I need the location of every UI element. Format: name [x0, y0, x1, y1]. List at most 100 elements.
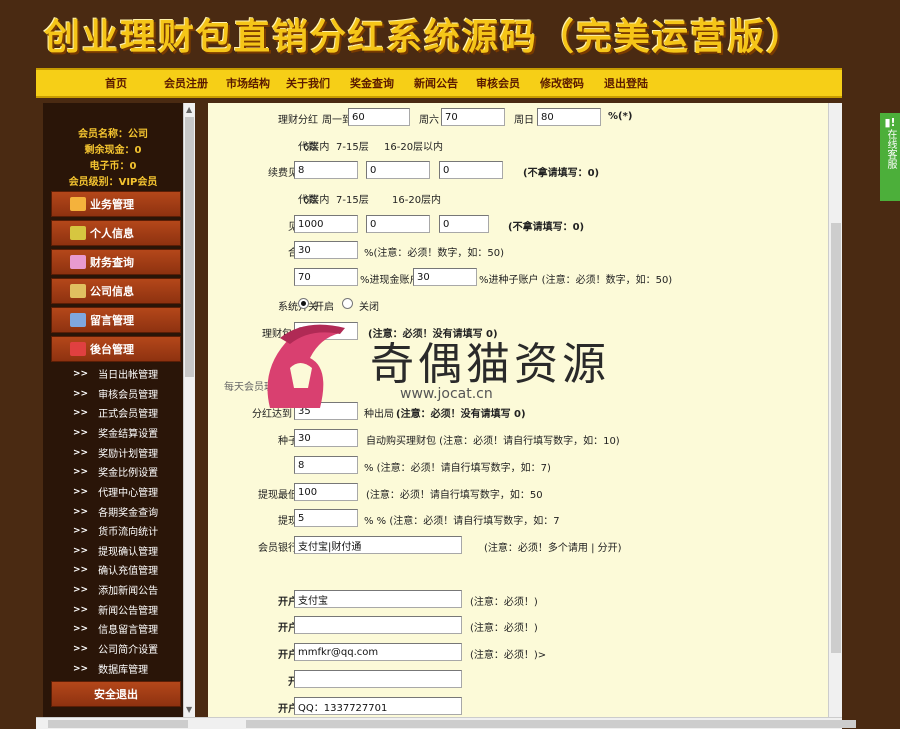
- user-name: 会员名称：公司: [78, 129, 148, 140]
- bank-info-input[interactable]: 支付宝|财付通: [294, 536, 462, 554]
- menu-personal[interactable]: 个人信息: [51, 220, 181, 246]
- contract-period-input[interactable]: 30: [294, 241, 358, 259]
- briefcase-icon: [70, 197, 86, 211]
- sub-item-settle[interactable]: >> 奖金结算设置: [73, 423, 183, 442]
- double-arrow-icon: >>: [73, 643, 89, 654]
- nav-register[interactable]: 会员注册: [156, 75, 216, 91]
- province-input[interactable]: [294, 670, 462, 688]
- sunday-label: 周日: [514, 115, 534, 126]
- withdraw-tax-input[interactable]: 5: [294, 509, 358, 527]
- withdraw-tax-note: % % (注意：必须！请自行填写数字，如：7: [364, 516, 560, 527]
- point-bonus-1-input[interactable]: 1000: [294, 215, 358, 233]
- renew-note: (不拿请填写：0): [523, 168, 600, 179]
- people-icon: [70, 226, 86, 240]
- sub-label: 奖励计划管理: [98, 449, 159, 460]
- point-bonus-2-input[interactable]: 0: [366, 215, 430, 233]
- nav-market[interactable]: 市场结构: [218, 75, 278, 91]
- sub-item-ratio[interactable]: >> 奖金比例设置: [73, 462, 183, 481]
- menu-company[interactable]: 公司信息: [51, 278, 181, 304]
- double-arrow-icon: >>: [73, 407, 89, 418]
- double-arrow-icon: >>: [73, 368, 89, 379]
- sub-item-members[interactable]: >> 正式会员管理: [73, 403, 183, 422]
- renew-bonus-1-input[interactable]: 8: [294, 161, 358, 179]
- online-service-button[interactable]: ▮! 在线客服: [880, 113, 900, 201]
- dividend-cash-input[interactable]: 70: [294, 268, 358, 286]
- nav-audit[interactable]: 审核会员: [470, 75, 526, 91]
- sub-item-database[interactable]: >> 数据库管理: [73, 659, 183, 678]
- home-icon: [70, 342, 86, 356]
- account-name-input[interactable]: [294, 616, 462, 634]
- sunday-input[interactable]: 80: [537, 108, 601, 126]
- sub-label: 审核会员管理: [98, 390, 159, 401]
- sub-item-flow[interactable]: >> 货币流向统计: [73, 521, 183, 540]
- dividend-seed-input[interactable]: 30: [413, 268, 477, 286]
- menu-label: 留言管理: [90, 314, 134, 327]
- bank-info-note: (注意：必须！多个请用 | 分开): [484, 543, 622, 554]
- double-arrow-icon: >>: [73, 427, 89, 438]
- menu-business[interactable]: 业务管理: [51, 191, 181, 217]
- sub-item-profile[interactable]: >> 公司简介设置: [73, 639, 183, 658]
- card-number-note: (注意：必须！)>: [470, 650, 547, 661]
- seed-account-input[interactable]: 30: [294, 429, 358, 447]
- sub-label: 添加新闻公告: [98, 586, 159, 597]
- scroll-thumb[interactable]: [185, 117, 194, 377]
- package-price-input[interactable]: 2000: [294, 322, 358, 340]
- sub-item-daily[interactable]: >> 当日出帐管理: [73, 364, 183, 383]
- saturday-input[interactable]: 70: [441, 108, 505, 126]
- switch-on-label: 开启: [314, 302, 334, 313]
- nav-password[interactable]: 修改密码: [534, 75, 590, 91]
- sub-item-recharge[interactable]: >> 确认充值管理: [73, 560, 183, 579]
- exit-times-input[interactable]: 35: [294, 402, 358, 420]
- level-6: 6层内: [303, 195, 330, 206]
- level-6: 6层内: [303, 142, 330, 153]
- scroll-thumb[interactable]: [831, 223, 841, 653]
- sidebar-scrollbar[interactable]: ▲ ▼: [183, 103, 195, 717]
- tax-input[interactable]: 8: [294, 456, 358, 474]
- top-nav: 首页 会员注册 市场结构 关于我们 奖金查询 新闻公告 审核会员 修改密码 退出…: [36, 68, 842, 98]
- scroll-up-icon[interactable]: ▲: [186, 105, 192, 114]
- double-arrow-icon: >>: [73, 564, 89, 575]
- sub-item-agent[interactable]: >> 代理中心管理: [73, 482, 183, 501]
- point-bonus-3-input[interactable]: 0: [439, 215, 489, 233]
- sub-label: 提现确认管理: [98, 547, 159, 558]
- nav-logout[interactable]: 退出登陆: [598, 75, 654, 91]
- scroll-thumb[interactable]: [246, 720, 856, 728]
- sub-item-add-news[interactable]: >> 添加新闻公告: [73, 580, 183, 599]
- double-arrow-icon: >>: [73, 545, 89, 556]
- nav-home[interactable]: 首页: [96, 75, 136, 91]
- menu-finance[interactable]: 财务查询: [51, 249, 181, 275]
- sub-label: 奖金比例设置: [98, 468, 159, 479]
- menu-label: 个人信息: [90, 227, 134, 240]
- bank-input[interactable]: 支付宝: [294, 590, 462, 608]
- seed-note: 自动购买理财包 (注意：必须！请自行填写数字，如：10): [366, 436, 620, 447]
- menu-messages[interactable]: 留言管理: [51, 307, 181, 333]
- renew-bonus-3-input[interactable]: 0: [439, 161, 503, 179]
- nav-news[interactable]: 新闻公告: [408, 75, 464, 91]
- user-ecoin: 电子币：0: [89, 161, 137, 172]
- card-number-input[interactable]: mmfkr@qq.com: [294, 643, 462, 661]
- main-scrollbar[interactable]: [828, 103, 842, 717]
- double-arrow-icon: >>: [73, 525, 89, 536]
- sub-item-period[interactable]: >> 各期奖金查询: [73, 502, 183, 521]
- menu-label: 後台管理: [90, 343, 134, 356]
- sub-item-reward[interactable]: >> 奖励计划管理: [73, 443, 183, 462]
- nav-about[interactable]: 关于我们: [280, 75, 336, 91]
- sub-item-guestbook[interactable]: >> 信息留言管理: [73, 619, 183, 638]
- scroll-down-icon[interactable]: ▼: [186, 705, 192, 714]
- switch-off-radio[interactable]: [342, 298, 353, 309]
- sub-item-audit[interactable]: >> 审核会员管理: [73, 384, 183, 403]
- sub-item-news[interactable]: >> 新闻公告管理: [73, 600, 183, 619]
- scroll-thumb[interactable]: [48, 720, 188, 728]
- switch-on-radio[interactable]: [298, 298, 309, 309]
- city-input[interactable]: QQ：1337727701: [294, 697, 462, 715]
- renew-bonus-2-input[interactable]: 0: [366, 161, 430, 179]
- min-withdraw-input[interactable]: 100: [294, 483, 358, 501]
- horizontal-scrollbar[interactable]: [36, 717, 856, 729]
- safe-logout-button[interactable]: 安全退出: [51, 681, 181, 707]
- nav-bonus[interactable]: 奖金查询: [344, 75, 400, 91]
- field-label: 理财包: [262, 329, 292, 340]
- double-arrow-icon: >>: [73, 486, 89, 497]
- menu-admin[interactable]: 後台管理: [51, 336, 181, 362]
- weekday-input[interactable]: 60: [348, 108, 410, 126]
- sub-item-withdraw[interactable]: >> 提现确认管理: [73, 541, 183, 560]
